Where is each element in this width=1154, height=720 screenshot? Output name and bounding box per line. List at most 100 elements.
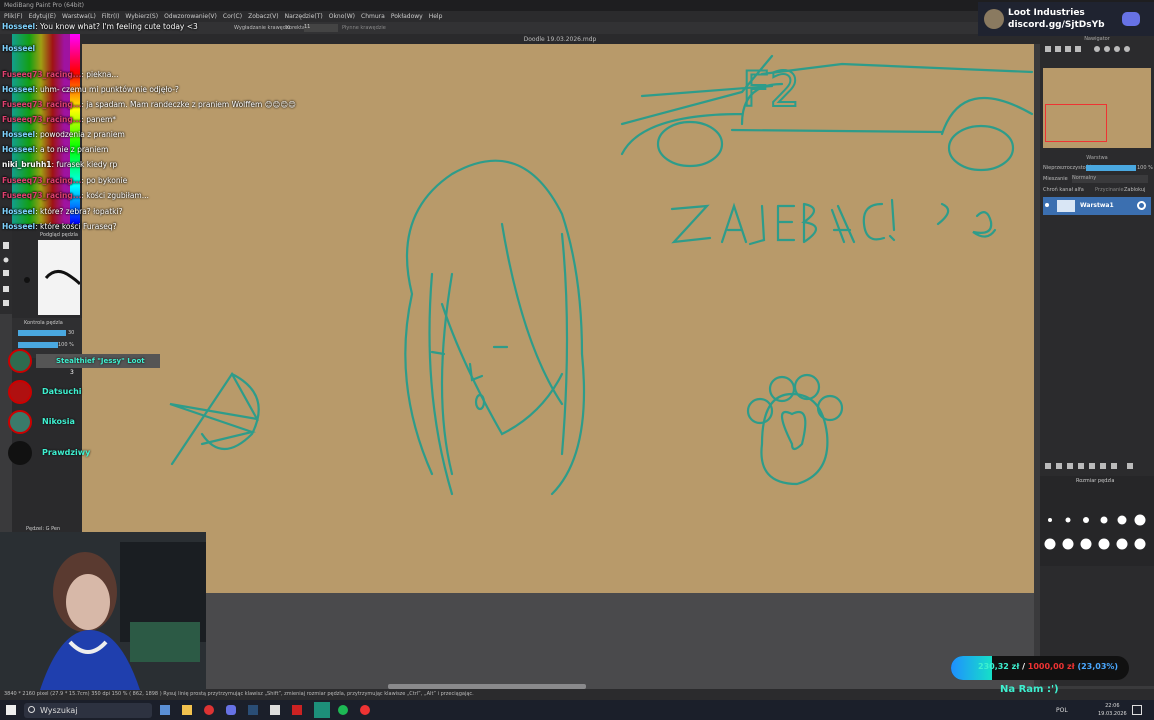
lasso-tool-icon [3, 257, 9, 263]
sponsor-title: Loot Industries [1008, 8, 1085, 18]
chat-message: Hosseel: które? zebra? łopatki? [2, 207, 123, 216]
steam-icon[interactable] [248, 705, 258, 715]
file-explorer-icon[interactable] [182, 705, 192, 715]
start-button-icon[interactable] [6, 705, 16, 715]
layer-visibility-icon[interactable] [1045, 203, 1049, 207]
viewer-name: Nikosia [42, 417, 75, 426]
donation-current: 230,32 zł [978, 662, 1020, 671]
chat-message: Fuseeq73_racing...: kości zgubiłam... [2, 191, 149, 200]
document-tab[interactable]: Doodle 19.03.2026.mdp [480, 36, 640, 43]
menu-item-edit[interactable]: Edytuj(E) [29, 13, 56, 20]
viewer-entry: Stealthief "Jessy" Loot 3 [8, 349, 188, 376]
search-icon [28, 706, 35, 713]
lock-checkbox[interactable]: Zablokuj [1124, 187, 1145, 193]
car-body [620, 82, 1034, 156]
chat-message: Hosseel: uhm- czemu mi punktów nie odjęł… [2, 85, 179, 94]
viewer-extra: 3 [70, 369, 74, 376]
chrome-icon[interactable] [360, 705, 370, 715]
menu-item-window[interactable]: Okno(W) [329, 13, 355, 20]
avatar [8, 380, 32, 404]
brush-dot-icon [24, 277, 30, 283]
layer-settings-icon[interactable] [1137, 201, 1146, 210]
brush-control-title: Kontrola pędzla [24, 320, 63, 326]
stream-chat-overlay: Hosseel: You know what? I'm feeling cute… [0, 22, 300, 236]
nose [468, 362, 484, 382]
media-icon[interactable] [292, 705, 302, 715]
clock-time: 22:06 [1105, 703, 1120, 709]
menu-item-file[interactable]: Plik(F) [4, 13, 23, 20]
menu-item-filter[interactable]: Filtr(I) [102, 13, 120, 20]
layer-opacity-slider[interactable] [1086, 165, 1136, 171]
car-wheel-left [656, 120, 724, 168]
obs-icon[interactable] [270, 705, 280, 715]
language-indicator[interactable]: POL [1056, 707, 1068, 714]
menu-item-onboard[interactable]: Pokładowy [391, 13, 423, 20]
webcam-feed [0, 532, 206, 690]
face-outline [440, 302, 564, 436]
text-tool-icon [3, 242, 9, 249]
discord-icon [1122, 12, 1140, 26]
chat-message: Fuseeq73_racing...: panem* [2, 115, 117, 124]
menu-item-select[interactable]: Wybierz(S) [125, 13, 158, 20]
canvas-bottom-area [82, 593, 1034, 689]
layer-opacity-value: 100 % [1137, 165, 1153, 171]
donation-goal-text: 230,32 zł / 1000,00 zł (23,03%) [978, 662, 1118, 671]
caption-strokes [670, 198, 950, 246]
viewer-name: Stealthief "Jessy" Loot [56, 357, 145, 365]
window-title: MediBang Paint Pro (64bit) [4, 2, 84, 9]
car-outline [620, 54, 1034, 126]
sponsor-link: discord.gg/SjtDsYb [1008, 20, 1105, 30]
brush-size-panel: Rozmiar pędzla [1040, 476, 1154, 566]
blend-mode-select[interactable]: Normalny [1072, 175, 1148, 183]
donation-goal-label: Na Ram :') [1000, 684, 1059, 695]
hand-tool-icon [3, 300, 9, 306]
viewer-name: Datsuchi [42, 387, 82, 396]
donation-separator: / [1019, 662, 1028, 671]
brush-preview [38, 240, 82, 315]
navigator-viewport[interactable] [1045, 104, 1107, 142]
task-view-icon[interactable] [160, 705, 170, 715]
paw-toe-4 [816, 394, 844, 422]
menu-item-cloud[interactable]: Chmura [361, 13, 385, 20]
donation-goal-amount: 1000,00 zł [1027, 662, 1075, 671]
correction-label: Korekta [286, 25, 306, 31]
discord-taskbar-icon[interactable] [226, 705, 236, 715]
edge-option[interactable]: Płynne krawędzie [342, 25, 386, 31]
chat-message: niki_bruhh1: furasek kiedy rp [2, 160, 118, 169]
menu-item-view[interactable]: Zobacz(V) [248, 13, 279, 20]
navigator-thumbnail[interactable] [1043, 68, 1151, 148]
taskbar: POL [0, 700, 1154, 720]
medibang-taskbar-icon[interactable] [314, 702, 330, 718]
brush-size-presets[interactable] [1040, 486, 1154, 566]
pen-tool-icon [3, 286, 9, 292]
navigator-controls[interactable] [1043, 44, 1151, 54]
protect-alpha-checkbox[interactable]: Chroń kanał alfa [1043, 187, 1084, 193]
paw-toe-2 [768, 375, 796, 403]
chat-message: Hosseel: a to nie z praniem [2, 145, 109, 154]
menu-item-transform[interactable]: Odwzorowanie(V) [164, 13, 217, 20]
layer-thumbnail [1057, 200, 1075, 212]
hair-strokes [404, 159, 586, 496]
layer-toolbar[interactable] [1043, 461, 1151, 471]
menu-item-help[interactable]: Help [429, 13, 443, 20]
spotify-icon[interactable] [338, 705, 348, 715]
antialias-checkbox[interactable]: Wygładzanie krawędzi [234, 25, 290, 31]
chat-message: Hosseel [2, 44, 36, 53]
opera-icon[interactable] [204, 705, 214, 715]
webcam-image [0, 532, 206, 690]
correction-select[interactable]: 11 [304, 24, 338, 32]
brush-size-slider[interactable] [18, 330, 66, 336]
viewer-name: Prawdziwy [42, 448, 91, 457]
chat-message: Hosseel: które kości Furaseq? [2, 222, 117, 231]
opacity-value: 100 % [58, 342, 74, 348]
layer-name: Warstwa1 [1080, 202, 1114, 209]
menu-item-tools[interactable]: Narzędzie(T) [285, 13, 323, 20]
avatar [8, 441, 32, 465]
notification-icon[interactable] [1132, 705, 1142, 715]
menu-item-color[interactable]: Cor(C) [223, 13, 242, 20]
menu-item-layer[interactable]: Warstwa(L) [62, 13, 96, 20]
clock[interactable]: 22:06 19.03.2026 [1098, 702, 1127, 718]
clipping-checkbox[interactable]: Przycinanie [1095, 187, 1124, 193]
opacity-slider[interactable] [18, 342, 58, 348]
layers-title: Warstwa [1086, 155, 1108, 161]
